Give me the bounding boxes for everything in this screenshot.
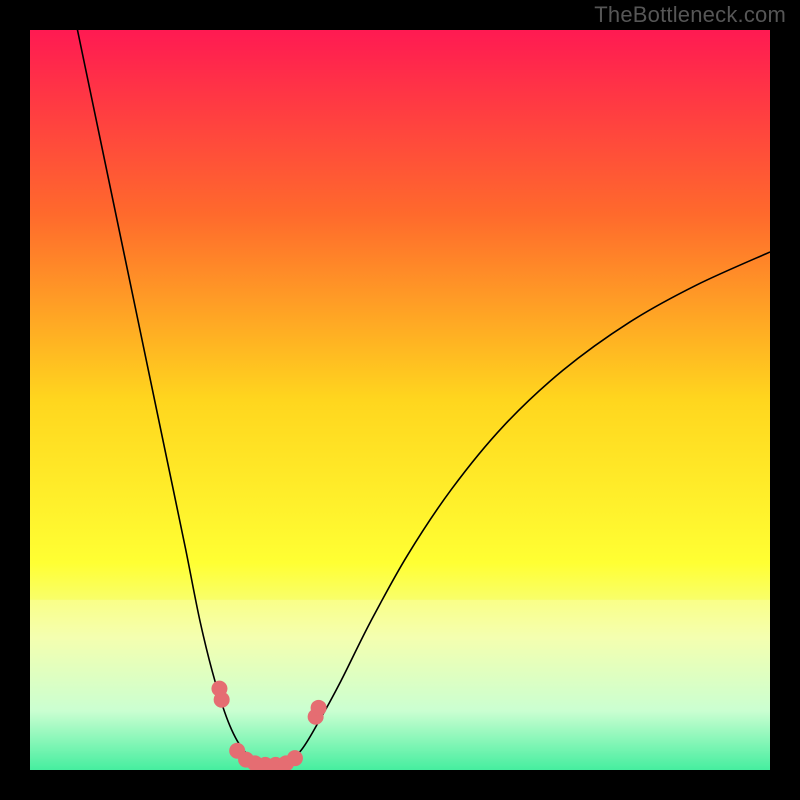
- bottleneck-curve-chart: [30, 30, 770, 770]
- chart-frame: TheBottleneck.com: [0, 0, 800, 800]
- plot-area: [30, 30, 770, 770]
- pale-band: [30, 600, 770, 770]
- marker-dot: [214, 692, 230, 708]
- marker-dot: [287, 750, 303, 766]
- marker-dot: [311, 700, 327, 716]
- watermark-text: TheBottleneck.com: [594, 2, 786, 28]
